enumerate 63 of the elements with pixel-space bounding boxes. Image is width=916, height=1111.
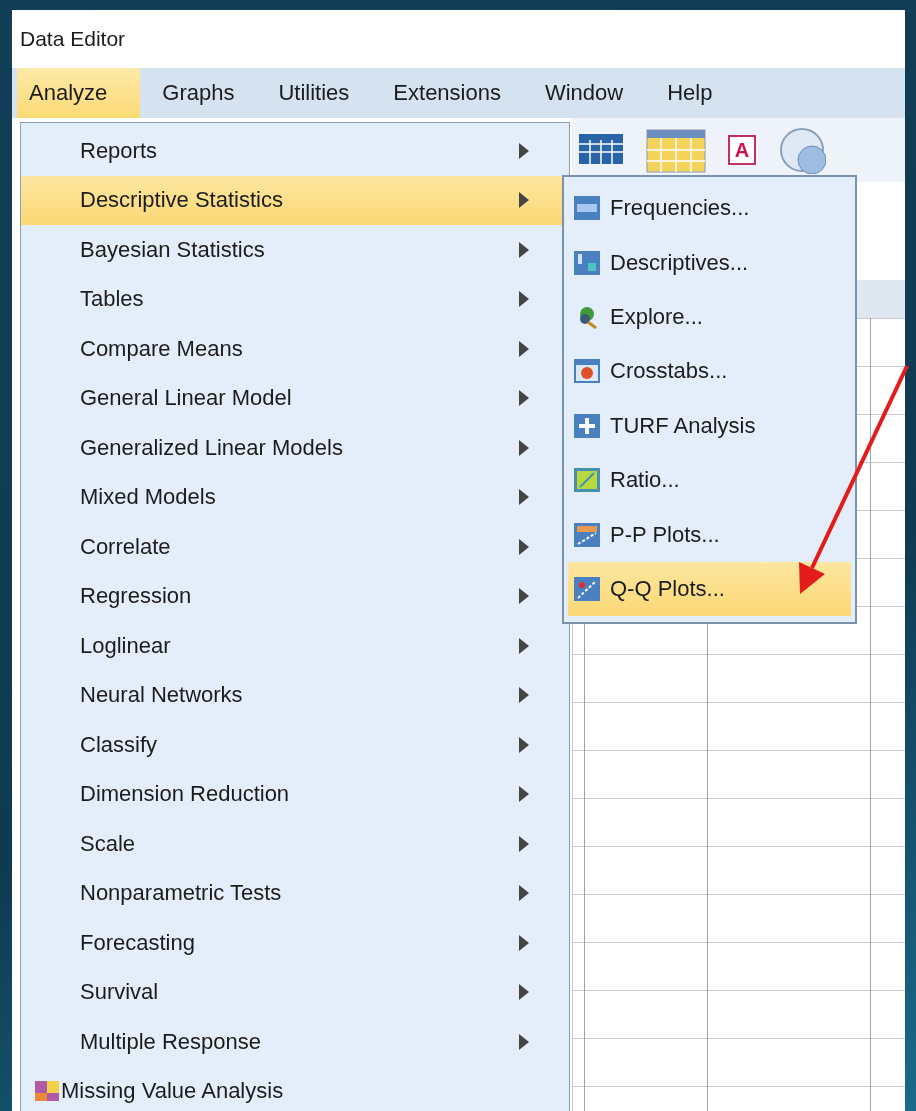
submenu-arrow-icon <box>519 439 529 456</box>
menu-item[interactable]: Dimension Reduction <box>21 769 569 819</box>
menu-item[interactable]: Mixed Models <box>21 472 569 522</box>
submenu-arrow-icon <box>519 1033 529 1050</box>
table-icon <box>646 126 706 174</box>
menu-item[interactable]: Missing Value Analysis <box>21 1066 569 1111</box>
submenu-arrow-icon <box>519 291 529 308</box>
submenu-arrow-icon <box>519 736 529 753</box>
submenu-item[interactable]: Frequencies... <box>568 181 851 236</box>
menu-item[interactable]: Graphs <box>140 68 257 118</box>
submenu-arrow-icon <box>519 588 529 605</box>
statistics-icon <box>574 250 600 275</box>
submenu-arrow-icon <box>519 538 529 555</box>
plus-icon <box>574 413 600 438</box>
submenu-arrow-icon <box>519 241 529 258</box>
menu-item[interactable]: Neural Networks <box>21 670 569 720</box>
menu-item[interactable]: Multiple Response <box>21 1017 569 1067</box>
menu-item[interactable]: Scale <box>21 819 569 869</box>
submenu-item[interactable]: Crosstabs... <box>568 344 851 399</box>
submenu-item[interactable]: Descriptives... <box>568 235 851 290</box>
menu-item[interactable]: Window <box>522 68 646 118</box>
submenu-arrow-icon <box>519 142 529 159</box>
menu-item[interactable]: Utilities <box>256 68 372 118</box>
plot-icon <box>574 576 600 601</box>
menu-item[interactable]: Nonparametric Tests <box>21 868 569 918</box>
submenu-item[interactable]: Q-Q Plots... <box>568 561 851 617</box>
submenu-arrow-icon <box>519 340 529 357</box>
crosstab-icon <box>574 359 600 384</box>
menu-item[interactable]: Analyze <box>17 68 141 118</box>
text-style-icon[interactable]: A <box>728 135 756 165</box>
menu-item[interactable]: Loglinear <box>21 621 569 671</box>
menu-item[interactable]: Reports <box>21 126 569 176</box>
menu-item[interactable]: Classify <box>21 720 569 770</box>
menu-item[interactable]: Bayesian Statistics <box>21 225 569 275</box>
menu-item[interactable]: General Linear Model <box>21 373 569 423</box>
submenu-item[interactable]: Explore... <box>568 289 851 345</box>
submenu-arrow-icon <box>519 637 529 654</box>
submenu-arrow-icon <box>519 687 529 704</box>
menu-item[interactable]: Help <box>645 68 735 118</box>
submenu-arrow-icon <box>519 934 529 951</box>
submenu-item[interactable]: Ratio... <box>568 452 851 508</box>
menu-item[interactable]: Tables <box>21 274 569 324</box>
plot-icon <box>574 522 600 547</box>
menu-item[interactable]: Forecasting <box>21 918 569 968</box>
menu-item[interactable]: Correlate <box>21 522 569 572</box>
menu-item[interactable]: Generalized Linear Models <box>21 423 569 473</box>
submenu-arrow-icon <box>519 885 529 902</box>
submenu-arrow-icon <box>519 390 529 407</box>
menu-item[interactable]: Regression <box>21 571 569 621</box>
submenu-arrow-icon <box>519 489 529 506</box>
menu-item[interactable]: Survival <box>21 967 569 1017</box>
submenu-item[interactable]: TURF Analysis <box>568 398 851 453</box>
window-title: Data Editor <box>20 27 126 51</box>
submenu-arrow-icon <box>519 192 529 209</box>
submenu-arrow-icon <box>519 786 529 803</box>
submenu-item[interactable]: P-P Plots... <box>568 507 851 562</box>
fraction-icon <box>574 468 600 493</box>
menu-item[interactable]: Compare Means <box>21 324 569 374</box>
frequency-icon <box>574 196 600 221</box>
missing-values-icon <box>35 1080 59 1103</box>
submenu-arrow-icon <box>519 835 529 852</box>
menu-item[interactable]: Extensions <box>371 68 523 118</box>
submenu-arrow-icon <box>519 984 529 1001</box>
